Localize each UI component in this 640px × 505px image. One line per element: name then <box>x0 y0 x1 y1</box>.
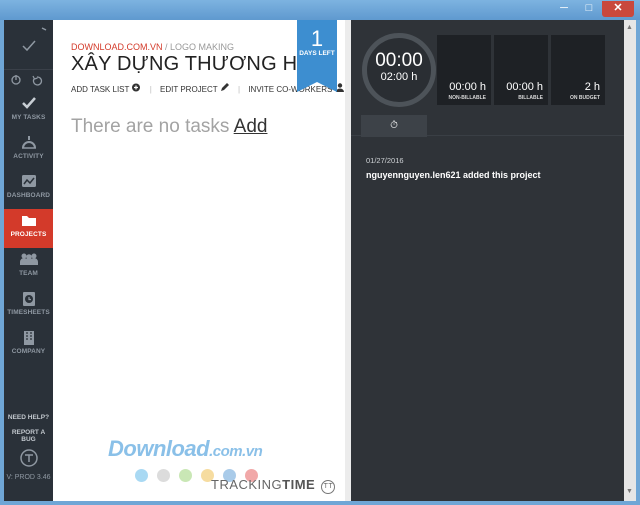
timer-elapsed: 00:00 <box>375 50 423 71</box>
watermark-suffix: .com.vn <box>209 443 263 460</box>
edit-project-button[interactable]: EDIT PROJECT <box>160 83 230 94</box>
power-icon[interactable] <box>11 75 21 85</box>
timesheet-icon <box>4 287 53 309</box>
sidebar-item-label: TIMESHEETS <box>7 309 50 316</box>
brand-part-b: TIME <box>282 477 316 492</box>
dashboard-icon <box>4 170 53 192</box>
tab-activity[interactable]: ⏱ <box>361 115 427 137</box>
logo-check-icon <box>22 27 47 52</box>
timer-dial[interactable]: 00:00 02:00 h <box>362 33 436 107</box>
activity-icon <box>4 131 53 153</box>
stat-label: BILLABLE <box>518 95 543 101</box>
brand-mark-icon: TT <box>321 480 336 494</box>
empty-state: There are no tasks Add <box>71 116 267 138</box>
sidebar-item-activity[interactable]: ACTIVITY <box>4 131 53 170</box>
need-help-link[interactable]: NEED HELP? <box>4 414 53 421</box>
color-dot[interactable] <box>135 469 148 482</box>
add-task-list-label: ADD TASK LIST <box>71 85 130 94</box>
sidebar-item-my-tasks[interactable]: MY TASKS <box>4 92 53 131</box>
timer-panel: 00:00 02:00 h 00:00 h NON-BILLABLE 00:00… <box>351 20 624 501</box>
scroll-down-icon[interactable]: ▼ <box>626 488 633 495</box>
action-separator: | <box>238 85 241 94</box>
version-label: V: PROD 3.46 <box>6 474 51 481</box>
stat-on-budget: 2 h ON BUDGET <box>551 35 605 105</box>
refresh-icon[interactable] <box>32 75 43 86</box>
action-separator: | <box>149 85 152 94</box>
check-icon <box>4 92 53 114</box>
window-titlebar <box>0 0 640 20</box>
sidebar-item-label: MY TASKS <box>11 114 46 121</box>
pencil-icon <box>220 83 229 91</box>
activity-tabbar: ⏱ <box>351 114 624 137</box>
feed-date: 01/27/2016 <box>366 156 404 165</box>
breadcrumb: DOWNLOAD.COM.VN / LOGO MAKING <box>71 42 234 52</box>
sidebar-item-dashboard[interactable]: DASHBOARD <box>4 170 53 209</box>
color-dot[interactable] <box>157 469 170 482</box>
days-left-number: 1 <box>310 26 324 51</box>
plus-circle-icon <box>132 83 141 92</box>
sidebar-item-label: TEAM <box>19 270 38 277</box>
stat-label: NON-BILLABLE <box>448 95 487 101</box>
clock-icon: ⏱ <box>390 120 398 131</box>
sidebar-item-projects[interactable]: PROJECTS <box>4 209 53 248</box>
stat-billable: 00:00 h BILLABLE <box>494 35 548 105</box>
project-panel: DOWNLOAD.COM.VN / LOGO MAKING XÂY DỰNG T… <box>53 20 351 501</box>
sidebar-item-label: COMPANY <box>11 348 46 355</box>
days-left-badge: 1 DAYS LEFT <box>297 20 337 92</box>
breadcrumb-org[interactable]: DOWNLOAD.COM.VN <box>71 42 163 52</box>
breadcrumb-separator: / <box>162 42 171 52</box>
minimize-button[interactable]: ─ <box>552 1 576 17</box>
scroll-up-icon[interactable]: ▲ <box>626 24 633 31</box>
color-dot[interactable] <box>179 469 192 482</box>
team-icon <box>4 248 53 270</box>
edit-project-label: EDIT PROJECT <box>160 85 218 94</box>
app-logo[interactable] <box>4 20 53 70</box>
project-title: XÂY DỰNG THƯƠNG HIỆU <box>71 53 332 75</box>
stat-non-billable: 00:00 h NON-BILLABLE <box>437 35 491 105</box>
stat-label: ON BUDGET <box>570 95 600 101</box>
sidebar-item-company[interactable]: COMPANY <box>4 326 53 365</box>
feed-entry: nguyennguyen.len621 added this project <box>366 170 541 180</box>
days-left-label: DAYS LEFT <box>299 50 335 57</box>
building-icon <box>4 326 53 348</box>
maximize-button[interactable]: □ <box>577 1 601 17</box>
sidebar-item-team[interactable]: TEAM <box>4 248 53 287</box>
sidebar: MY TASKS ACTIVITY DASHBOARD PROJECTS TEA… <box>4 20 53 501</box>
close-button[interactable]: ✕ <box>602 1 634 17</box>
scrollbar[interactable]: ▲ ▼ <box>624 20 636 501</box>
power-row <box>4 72 53 88</box>
add-task-list-button[interactable]: ADD TASK LIST <box>71 83 141 94</box>
user-avatar[interactable] <box>19 448 39 473</box>
watermark-logo: Download.com.vn <box>108 436 263 462</box>
trackingtime-logo: TRACKINGTIME TT <box>211 477 336 494</box>
folder-icon <box>4 209 53 231</box>
breadcrumb-client[interactable]: LOGO MAKING <box>170 42 234 52</box>
stat-value: 00:00 h <box>449 81 486 93</box>
report-bug-link[interactable]: REPORT A BUG <box>4 429 53 443</box>
watermark-main: Download <box>108 436 210 461</box>
sidebar-item-label: DASHBOARD <box>6 192 51 199</box>
timer-estimate: 02:00 h <box>380 71 418 83</box>
sidebar-item-label: PROJECTS <box>10 231 47 238</box>
add-task-link[interactable]: Add <box>234 116 268 137</box>
brand-part-a: TRACKING <box>211 477 283 492</box>
stat-value: 2 h <box>584 81 600 93</box>
empty-state-text: There are no tasks <box>71 116 230 137</box>
sidebar-item-label: ACTIVITY <box>13 153 44 160</box>
stat-value: 00:00 h <box>506 81 543 93</box>
sidebar-item-timesheets[interactable]: TIMESHEETS <box>4 287 53 326</box>
